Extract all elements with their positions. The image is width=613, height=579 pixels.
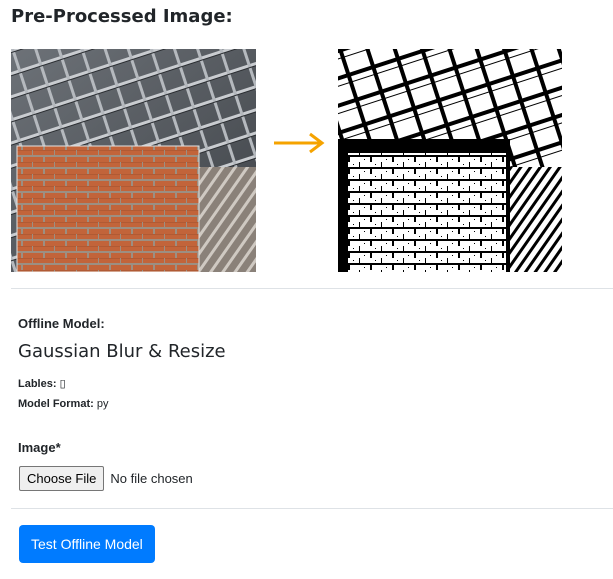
processed-image xyxy=(338,49,562,272)
format-value: py xyxy=(96,398,109,410)
format-label: Model Format: xyxy=(18,398,94,410)
format-row: Model Format: py xyxy=(18,398,108,410)
file-input[interactable]: Choose File No file chosen xyxy=(19,466,193,491)
image-field-label: Image* xyxy=(18,440,61,455)
test-offline-model-button[interactable]: Test Offline Model xyxy=(19,525,155,563)
labels-label: Lables: xyxy=(18,378,57,390)
page-title: Pre-Processed Image: xyxy=(11,6,233,27)
divider xyxy=(11,508,613,509)
original-image xyxy=(11,49,256,272)
file-status: No file chosen xyxy=(110,471,193,486)
choose-file-button[interactable]: Choose File xyxy=(19,466,105,491)
labels-row: Lables: ▯ xyxy=(18,377,66,390)
arrow-right-icon xyxy=(274,132,325,154)
model-heading: Offline Model: xyxy=(18,316,105,331)
labels-value: ▯ xyxy=(59,378,66,390)
model-name: Gaussian Blur & Resize xyxy=(18,341,226,362)
divider xyxy=(11,288,613,289)
